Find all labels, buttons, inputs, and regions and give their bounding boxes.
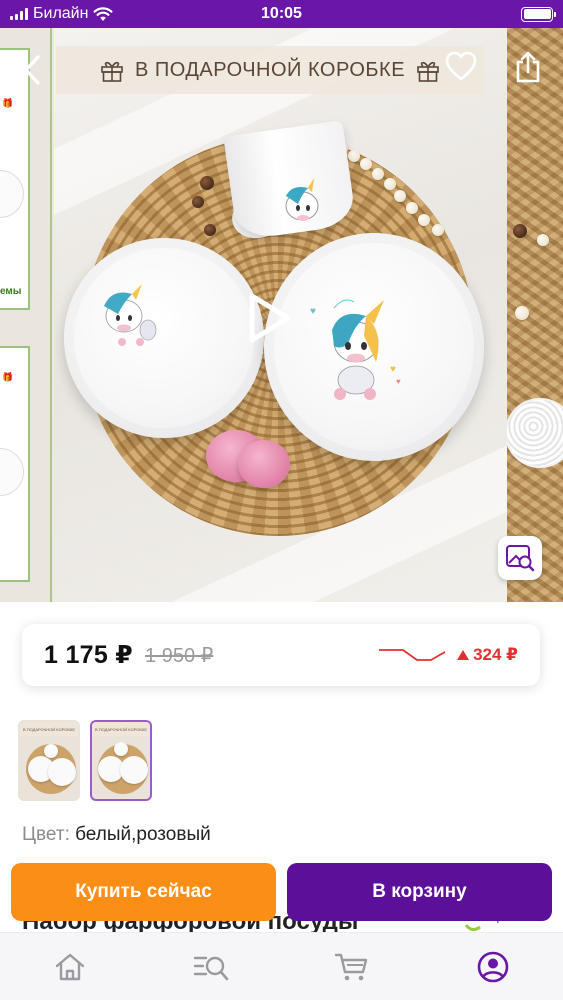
svg-text:♥: ♥ (310, 306, 316, 317)
back-button[interactable] (22, 50, 46, 90)
back-arrow-icon (24, 55, 40, 85)
color-value: белый,розовый (75, 824, 211, 845)
nav-home[interactable] (40, 942, 100, 992)
decor-ball (507, 398, 563, 468)
gift-icon: 🎁 (2, 372, 14, 382)
gift-icon: 🎁 (2, 98, 14, 108)
signal-icon (10, 8, 28, 20)
macaron (238, 440, 290, 488)
unicorn-plate-picture: ♥ ♥ ♥ (310, 299, 401, 400)
thumbnail-label: В ПОДАРОЧНОЙ КОРОБКЕ (92, 722, 150, 736)
nav-profile[interactable] (463, 942, 523, 992)
product-gallery[interactable]: 🎁 емы 🎁 ♥ ♥ ♥ В ПОДАРОЧНОЙ КОРОБКЕ (0, 28, 563, 602)
profile-icon (477, 951, 508, 982)
thumbnail-label: В ПОДАРОЧНОЙ КОРОБКЕ (20, 722, 78, 736)
image-search-icon (506, 545, 535, 572)
gift-banner-text: В ПОДАРОЧНОЙ КОРОБКЕ (134, 58, 406, 81)
nav-cart[interactable] (322, 942, 382, 992)
arrow-up-icon (457, 650, 470, 660)
favorite-button[interactable] (444, 50, 478, 87)
unicorn-mug-picture (285, 178, 319, 221)
status-bar: Билайн 10:05 (0, 0, 563, 28)
home-icon (56, 953, 85, 980)
thumbnail-strip: В ПОДАРОЧНОЙ КОРОБКЕ В ПОДАРОЧНОЙ КОРОБК… (18, 720, 152, 801)
wifi-icon (93, 6, 113, 22)
price-history-button[interactable]: 324 ₽ (377, 644, 518, 666)
price-trend-chart (377, 644, 447, 666)
current-price: 1 175 ₽ (44, 641, 134, 669)
price-difference: 324 ₽ (457, 645, 518, 665)
gift-box-banner: В ПОДАРОЧНОЙ КОРОБКЕ (56, 46, 484, 94)
color-row: Цвет: белый,розовый (22, 824, 211, 846)
price-card: 1 175 ₽ 1 950 ₽ 324 ₽ (22, 624, 540, 686)
buy-now-button[interactable]: Купить сейчас (11, 863, 276, 921)
price-diff-value: 324 ₽ (473, 645, 518, 664)
gift-icon (415, 57, 441, 83)
carrier-name: Билайн (33, 5, 89, 22)
thumbnail-1[interactable]: В ПОДАРОЧНОЙ КОРОБКЕ (18, 720, 80, 801)
add-to-cart-button[interactable]: В корзину (287, 863, 552, 921)
svg-text:♥: ♥ (396, 377, 401, 386)
bottom-navigation (0, 932, 563, 1000)
next-image-peek[interactable] (507, 28, 563, 602)
prev-image-peek[interactable]: 🎁 емы 🎁 (0, 28, 52, 602)
heart-icon (445, 51, 477, 81)
unicorn-bowl-picture (104, 284, 157, 346)
thumbnail-2[interactable]: В ПОДАРОЧНОЙ КОРОБКЕ (90, 720, 152, 801)
catalog-search-icon (193, 956, 229, 980)
play-icon (249, 293, 291, 343)
status-left: Билайн (10, 5, 113, 23)
search-by-image-button[interactable] (498, 536, 542, 580)
nav-catalog[interactable] (181, 942, 241, 992)
cart-icon (334, 953, 368, 980)
color-label: Цвет: (22, 824, 70, 845)
prev-caption: емы (0, 286, 22, 297)
old-price: 1 950 ₽ (145, 644, 214, 667)
prev-card-bottom: 🎁 (0, 346, 30, 582)
gift-icon (99, 57, 125, 83)
play-video-button[interactable] (240, 290, 296, 351)
share-button[interactable] (513, 50, 543, 89)
share-icon (516, 51, 540, 83)
battery-icon (521, 6, 556, 22)
prev-plate (0, 448, 24, 496)
prev-plate (0, 170, 24, 218)
svg-text:♥: ♥ (390, 364, 396, 375)
